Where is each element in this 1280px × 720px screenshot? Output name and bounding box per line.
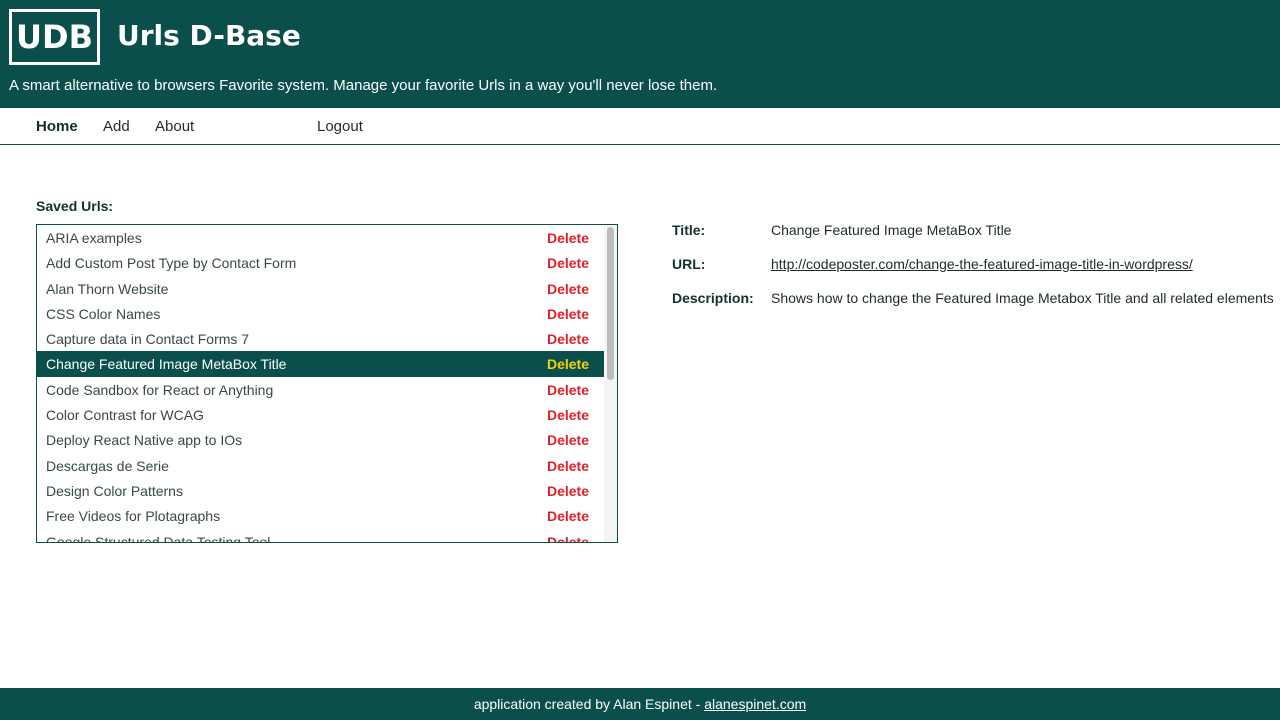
list-item[interactable]: Deploy React Native app to IOs Delete — [37, 427, 605, 452]
list-scrollbar[interactable] — [604, 225, 617, 542]
list-item-title[interactable]: Change Featured Image MetaBox Title — [46, 355, 286, 373]
delete-button[interactable]: Delete — [547, 533, 589, 542]
list-item-title[interactable]: CSS Color Names — [46, 305, 160, 323]
list-item[interactable]: Color Contrast for WCAG Delete — [37, 402, 605, 427]
nav-about-link[interactable]: About — [155, 117, 194, 137]
list-item-title[interactable]: Design Color Patterns — [46, 482, 183, 500]
main-nav: Home Add About Logout — [0, 108, 1280, 145]
list-item[interactable]: CSS Color Names Delete — [37, 301, 605, 326]
delete-button[interactable]: Delete — [547, 355, 589, 373]
nav-logout-link[interactable]: Logout — [317, 117, 363, 137]
delete-button[interactable]: Delete — [547, 330, 589, 348]
app-footer: application created by Alan Espinet - al… — [0, 688, 1280, 720]
footer-author-link[interactable]: alanespinet.com — [704, 696, 806, 712]
delete-button[interactable]: Delete — [547, 381, 589, 399]
list-item-title[interactable]: Free Videos for Plotagraphs — [46, 507, 220, 525]
list-item-title[interactable]: Alan Thorn Website — [46, 280, 168, 298]
list-item-title[interactable]: ARIA examples — [46, 229, 142, 247]
list-item[interactable]: Capture data in Contact Forms 7 Delete — [37, 326, 605, 351]
list-item[interactable]: Descargas de Serie Delete — [37, 453, 605, 478]
detail-description-value: Shows how to change the Featured Image M… — [771, 290, 1274, 306]
detail-title-value: Change Featured Image MetaBox Title — [771, 222, 1012, 238]
list-item-title[interactable]: Descargas de Serie — [46, 457, 169, 475]
scrollbar-thumb[interactable] — [607, 227, 614, 380]
delete-button[interactable]: Delete — [547, 305, 589, 323]
list-item-title[interactable]: Capture data in Contact Forms 7 — [46, 330, 249, 348]
list-item[interactable]: Add Custom Post Type by Contact Form Dele… — [37, 250, 605, 275]
delete-button[interactable]: Delete — [547, 229, 589, 247]
list-item[interactable]: Design Color Patterns Delete — [37, 478, 605, 503]
delete-button[interactable]: Delete — [547, 406, 589, 424]
list-item[interactable]: Alan Thorn Website Delete — [37, 276, 605, 301]
detail-title-label: Title: — [672, 222, 706, 238]
app-tagline: A smart alternative to browsers Favorite… — [9, 77, 718, 94]
saved-urls-label: Saved Urls: — [36, 198, 114, 214]
saved-urls-list[interactable]: ARIA examples Delete Add Custom Post Type … — [36, 224, 618, 543]
list-item[interactable]: Change Featured Image MetaBox Title Delet… — [37, 351, 605, 377]
delete-button[interactable]: Delete — [547, 254, 589, 272]
detail-url-label: URL: — [672, 256, 706, 272]
saved-urls-rows: ARIA examples Delete Add Custom Post Type … — [37, 225, 605, 542]
nav-home-link[interactable]: Home — [36, 117, 78, 137]
app-header: UDB Urls D-Base A smart alternative to b… — [0, 0, 1280, 108]
delete-button[interactable]: Delete — [547, 280, 589, 298]
footer-credit-text: application created by Alan Espinet - — [473, 696, 705, 712]
list-item[interactable]: Google Structured Data Testing Tool Delet… — [37, 529, 605, 542]
list-item-title[interactable]: Google Structured Data Testing Tool — [46, 533, 270, 542]
list-item[interactable]: Code Sandbox for React or Anything Delete — [37, 377, 605, 402]
detail-url-link[interactable]: http://codeposter.com/change-the-feature… — [771, 255, 1193, 273]
delete-button[interactable]: Delete — [547, 457, 589, 475]
list-item-title[interactable]: Code Sandbox for React or Anything — [46, 381, 273, 399]
nav-add-link[interactable]: Add — [103, 117, 130, 137]
app-logo: UDB — [9, 9, 100, 65]
list-item[interactable]: ARIA examples Delete — [37, 225, 605, 250]
delete-button[interactable]: Delete — [547, 482, 589, 500]
delete-button[interactable]: Delete — [547, 431, 589, 449]
delete-button[interactable]: Delete — [547, 507, 589, 525]
detail-description-label: Description: — [672, 290, 754, 306]
list-item-title[interactable]: Color Contrast for WCAG — [46, 406, 204, 424]
list-item-title[interactable]: Add Custom Post Type by Contact Form — [46, 254, 296, 272]
list-item[interactable]: Free Videos for Plotagraphs Delete — [37, 503, 605, 528]
list-item-title[interactable]: Deploy React Native app to IOs — [46, 431, 242, 449]
app-title: Urls D-Base — [117, 19, 301, 52]
